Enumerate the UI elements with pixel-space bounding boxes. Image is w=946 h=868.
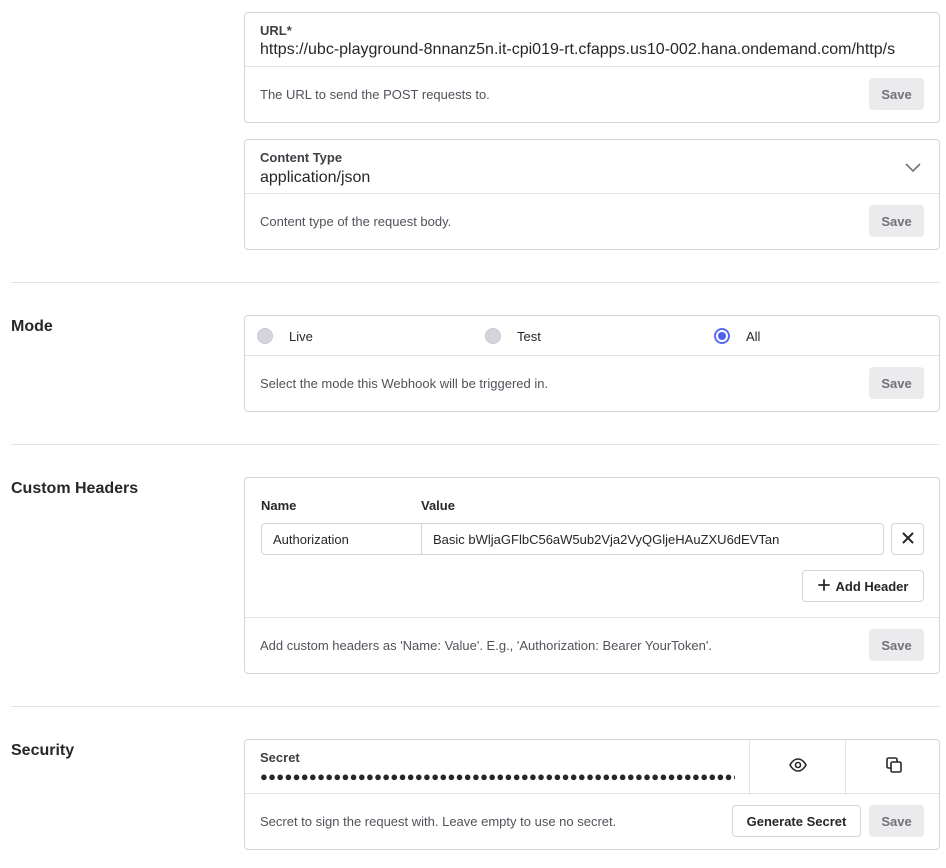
divider — [11, 706, 940, 707]
url-input[interactable]: https://ubc-playground-8nnanz5n.it-cpi01… — [260, 41, 928, 59]
url-card: URL* https://ubc-playground-8nnanz5n.it-… — [244, 12, 940, 123]
security-save-button[interactable]: Save — [869, 805, 924, 837]
radio-all-label: All — [746, 328, 761, 344]
secret-input[interactable]: ●●●●●●●●●●●●●●●●●●●●●●●●●●●●●●●●●●●●●●●●… — [260, 769, 735, 784]
radio-test-label: Test — [517, 328, 541, 344]
header-value-input[interactable]: Basic bWljaGFlbC56aW5ub2Vja2VyQGljeHAuZX… — [421, 523, 884, 555]
radio-live-label: Live — [289, 328, 313, 344]
eye-icon — [788, 758, 807, 777]
custom-headers-save-button[interactable]: Save — [869, 629, 924, 661]
chevron-down-icon[interactable] — [905, 160, 921, 178]
content-type-save-button[interactable]: Save — [869, 205, 924, 237]
security-card: Secret ●●●●●●●●●●●●●●●●●●●●●●●●●●●●●●●●●… — [244, 739, 940, 850]
custom-headers-title: Custom Headers — [11, 480, 139, 497]
radio-test-control[interactable] — [485, 328, 501, 344]
header-value-column-label: Value — [421, 498, 455, 513]
url-footer: The URL to send the POST requests to. Sa… — [245, 66, 939, 122]
copy-icon — [885, 757, 902, 778]
mode-save-button[interactable]: Save — [869, 367, 924, 399]
generate-secret-button[interactable]: Generate Secret — [732, 805, 861, 837]
copy-secret-button[interactable] — [845, 740, 939, 795]
header-name-input[interactable]: Authorization — [261, 523, 422, 555]
remove-header-button[interactable] — [891, 523, 924, 555]
security-title: Security — [11, 742, 75, 759]
add-header-label: Add Header — [835, 578, 909, 594]
custom-headers-card: Name Value Authorization Basic bWljaGFlb… — [244, 477, 940, 674]
secret-label: Secret — [260, 750, 300, 765]
radio-all-control[interactable] — [714, 328, 730, 344]
content-type-help-text: Content type of the request body. — [260, 214, 452, 229]
mode-title: Mode — [11, 318, 53, 335]
mode-card: Live Test All Select the mode this Webho… — [244, 315, 940, 412]
add-header-button[interactable]: Add Header — [802, 570, 924, 602]
radio-all[interactable]: All — [714, 328, 760, 344]
custom-headers-help-text: Add custom headers as 'Name: Value'. E.g… — [260, 638, 712, 653]
content-type-select[interactable]: application/json — [260, 169, 860, 187]
radio-live[interactable]: Live — [257, 328, 313, 344]
radio-live-control[interactable] — [257, 328, 273, 344]
radio-test[interactable]: Test — [485, 328, 541, 344]
close-icon — [902, 532, 914, 547]
toggle-visibility-button[interactable] — [749, 740, 845, 795]
security-help-text: Secret to sign the request with. Leave e… — [260, 814, 617, 829]
content-type-footer: Content type of the request body. Save — [245, 193, 939, 249]
url-save-button[interactable]: Save — [869, 78, 924, 110]
security-footer: Secret to sign the request with. Leave e… — [245, 793, 939, 849]
mode-help-text: Select the mode this Webhook will be tri… — [260, 376, 549, 391]
mode-footer: Select the mode this Webhook will be tri… — [245, 355, 939, 411]
url-help-text: The URL to send the POST requests to. — [260, 87, 490, 102]
divider — [11, 444, 940, 445]
content-type-card: Content Type application/json Content ty… — [244, 139, 940, 250]
divider — [11, 282, 940, 283]
content-type-label: Content Type — [260, 150, 343, 165]
header-name-column-label: Name — [261, 498, 297, 513]
url-label: URL* — [260, 23, 292, 38]
custom-headers-footer: Add custom headers as 'Name: Value'. E.g… — [245, 617, 939, 673]
plus-icon — [817, 578, 830, 594]
